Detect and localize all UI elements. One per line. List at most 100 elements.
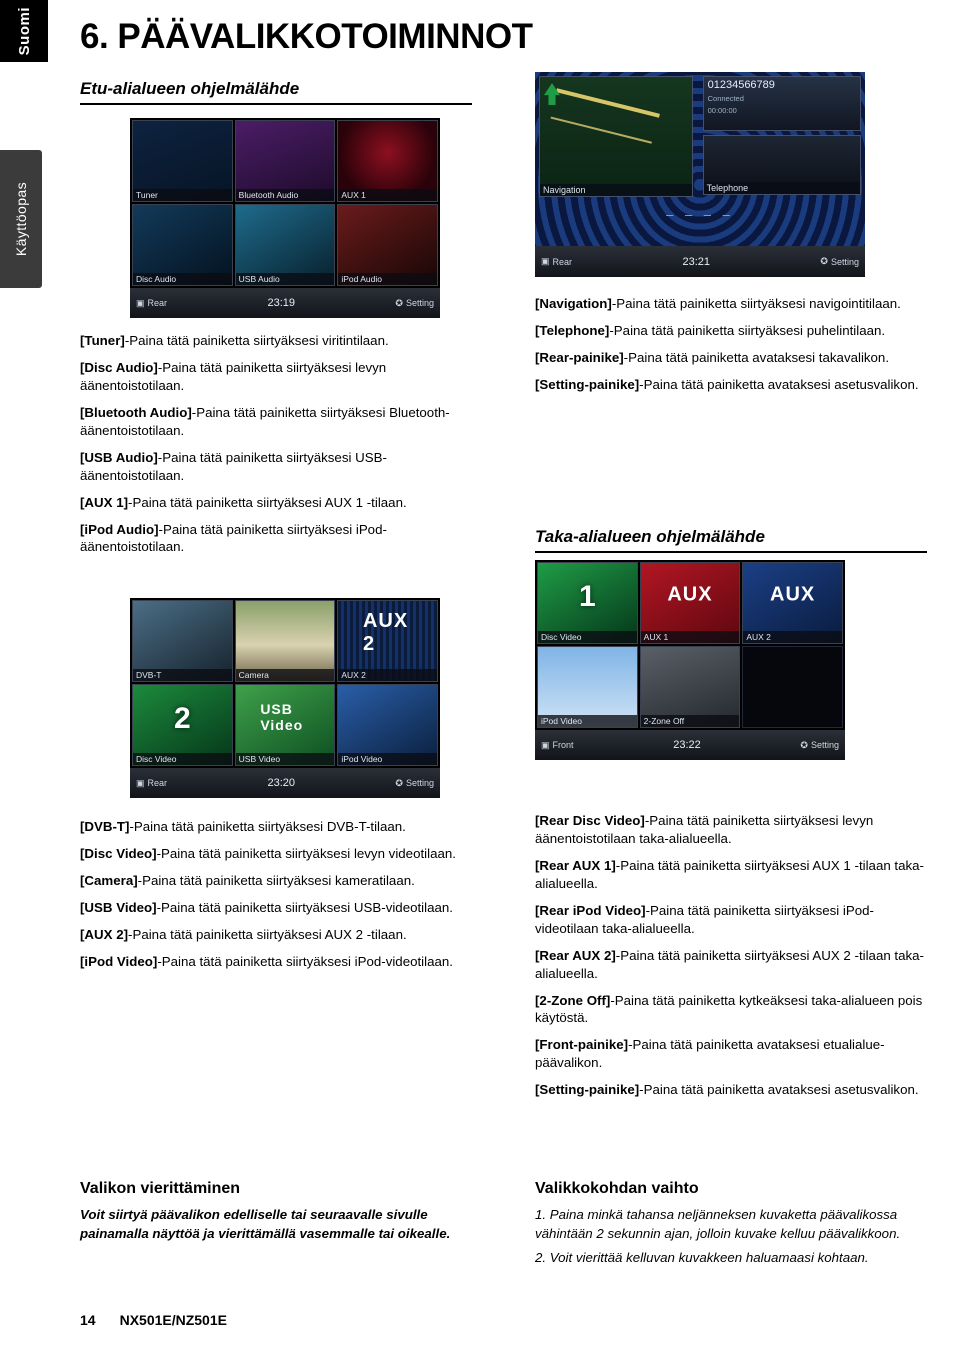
section-heading-rear-source: Taka-alialueen ohjelmälähde xyxy=(535,527,927,553)
list-item: [iPod Audio]-Paina tätä painiketta siirt… xyxy=(80,521,490,557)
item-key: [Setting-painike] xyxy=(535,376,640,392)
item-text: -Paina tätä painiketta siirtyäksesi navi… xyxy=(611,296,901,311)
side-tab-strip: Suomi Käyttöopas xyxy=(0,0,48,1348)
tile-bluetooth-audio-caption: Bluetooth Audio xyxy=(235,189,335,201)
list-item: [USB Audio]-Paina tätä painiketta siirty… xyxy=(80,449,490,485)
tile-aux2-label: AUX 2 xyxy=(362,610,409,655)
item-key: [Navigation] xyxy=(535,296,612,311)
item-text: -Paina tätä painiketta avataksesi takava… xyxy=(623,349,890,365)
section-heading-front-source: Etu-alialueen ohjelmälähde xyxy=(80,79,472,105)
item-text: -Paina tätä painiketta avataksesi asetus… xyxy=(639,376,919,392)
nav-setting-button: ✪ Setting xyxy=(820,256,859,267)
list-item: [iPod Video]-Paina tätä painiketta siirt… xyxy=(80,953,490,971)
tile-rear-ipod-video: iPod Video xyxy=(537,646,638,728)
tile-aux1-caption: AUX 1 xyxy=(338,189,437,201)
nav-rear-button: ▣ Rear xyxy=(541,256,572,267)
telephone-connected-label: Connected xyxy=(707,94,744,103)
list-item: [Disc Video]-Paina tätä painiketta siirt… xyxy=(80,845,490,863)
item-key: [Rear iPod Video] xyxy=(535,902,646,918)
front-video-status-bar: ▣ Rear 23:20 ✪ Setting xyxy=(130,768,440,798)
item-key: [Rear AUX 1] xyxy=(535,857,616,873)
list-item: [Camera]-Paina tätä painiketta siirtyäks… xyxy=(80,872,490,890)
item-key: [Telephone] xyxy=(535,322,610,338)
list-item: [Rear-painike]-Paina tätä painiketta ava… xyxy=(535,349,935,367)
screenshot-rear-source-menu: 1 Disc Video AUX AUX 1 AUX AUX 2 iPod Vi… xyxy=(535,560,845,760)
tile-disc-video: 2 Disc Video xyxy=(132,684,233,766)
item-key: [AUX 1] xyxy=(80,494,129,510)
gear-icon: ✪ xyxy=(820,256,828,267)
rear-button: ▣ Rear xyxy=(136,298,167,309)
tile-navigation-caption: Navigation xyxy=(540,183,692,196)
item-key: [AUX 2] xyxy=(80,926,129,942)
tile-usb-video-caption: USB Video xyxy=(235,753,335,765)
item-key: [USB Video] xyxy=(80,899,157,915)
menu-item-change-heading: Valikkokohdan vaihto xyxy=(535,1180,699,1197)
tile-aux2-caption: AUX 2 xyxy=(338,669,437,681)
list-item: [Rear iPod Video]-Paina tätä painiketta … xyxy=(535,902,935,938)
section-tab: Käyttöopas xyxy=(0,150,42,288)
item-text: -Paina tätä painiketta siirtyäksesi USB-… xyxy=(156,899,453,915)
list-item: [Telephone]-Paina tätä painiketta siirty… xyxy=(535,322,935,340)
telephone-number: 01234566789 xyxy=(707,79,775,91)
item-text: -Paina tätä painiketta siirtyäksesi AUX … xyxy=(128,926,407,942)
tile-rear-aux1-label: AUX xyxy=(667,583,713,606)
rear-button-label: Rear xyxy=(147,298,168,308)
item-key: [Front-painike] xyxy=(535,1037,629,1053)
navigation-clock: 23:21 xyxy=(682,255,710,268)
tile-telephone: 01234566789 Connected 00:00:00 xyxy=(702,76,861,131)
tile-telephone-group: 01234566789 Connected 00:00:00 Telephone xyxy=(702,76,861,195)
list-item: [2-Zone Off]-Paina tätä painiketta kytke… xyxy=(535,992,935,1028)
section-tab-label: Käyttöopas xyxy=(13,181,29,257)
tile-telephone-lower: Telephone xyxy=(702,135,861,195)
list-item: [Rear AUX 2]-Paina tätä painiketta siirt… xyxy=(535,947,935,983)
list-item: [Front-painike]-Paina tätä painiketta av… xyxy=(535,1036,935,1072)
rear-icon: ▣ xyxy=(136,777,145,788)
tile-dvbt: DVB-T xyxy=(132,600,233,682)
video-setting-button: ✪ Setting xyxy=(395,778,434,789)
item-key: [USB Audio] xyxy=(80,449,158,465)
gear-icon: ✪ xyxy=(395,777,403,788)
menu-item-change-section: Valikkokohdan vaihto 1. Paina minkä taha… xyxy=(535,1180,935,1274)
tile-rear-aux1-caption: AUX 1 xyxy=(640,631,740,643)
list-item: [AUX 2]-Paina tätä painiketta siirtyäkse… xyxy=(80,926,490,944)
nav-rear-button-label: Rear xyxy=(552,256,573,267)
tile-navigation: Navigation xyxy=(539,76,693,197)
screenshot-front-audio-menu: Tuner Bluetooth Audio AUX 1 Disc Audio U… xyxy=(130,118,440,318)
item-key: [DVB-T] xyxy=(80,819,130,834)
rear-source-status-bar: ▣ Front 23:22 ✪ Setting xyxy=(535,730,845,760)
front-video-description-list: [DVB-T] -Paina tätä painiketta siirtyäkse… xyxy=(80,818,490,980)
item-key: [Tuner] xyxy=(80,333,125,348)
video-rear-button-label: Rear xyxy=(147,778,168,788)
front-audio-clock: 23:19 xyxy=(267,297,295,309)
item-text: -Paina tätä painiketta siirtyäksesi puhe… xyxy=(609,322,886,338)
language-tab: Suomi xyxy=(0,0,48,62)
tile-rear-ipod-video-caption: iPod Video xyxy=(538,715,637,727)
rear-source-description-list: [Rear Disc Video] -Paina tätä painiketta … xyxy=(535,812,935,1108)
list-item: [Navigation]-Paina tätä painiketta siirt… xyxy=(535,295,935,313)
tile-rear-disc-video: 1 Disc Video xyxy=(537,562,638,644)
item-key: [iPod Video] xyxy=(80,953,158,969)
item-key: [2-Zone Off] xyxy=(535,992,611,1008)
language-tab-label: Suomi xyxy=(15,6,33,56)
rear-source-clock: 23:22 xyxy=(673,739,701,751)
item-text: -Paina tätä painiketta siirtyäksesi viri… xyxy=(124,333,389,348)
tile-usb-audio-caption: USB Audio xyxy=(235,273,335,285)
item-key: [Rear-painike] xyxy=(535,349,624,365)
item-key: [Rear AUX 2] xyxy=(535,947,616,963)
item-key: [Disc Video] xyxy=(80,845,157,861)
menu-scroll-heading: Valikon vierittäminen xyxy=(80,1180,241,1197)
tile-2-zone-off-caption: 2-Zone Off xyxy=(640,715,740,727)
telephone-connected-time: 00:00:00 xyxy=(707,106,737,115)
navigation-status-bar: ▣ Rear 23:21 ✪ Setting xyxy=(535,246,865,277)
item-key: [Camera] xyxy=(80,872,138,888)
list-item: [Setting-painike]-Paina tätä painiketta … xyxy=(535,1081,935,1099)
tile-aux1: AUX 1 xyxy=(337,120,438,202)
tile-disc-audio-caption: Disc Audio xyxy=(133,273,232,285)
front-audio-status-bar: ▣ Rear 23:19 ✪ Setting xyxy=(130,288,440,318)
tile-rear-disc-video-number: 1 xyxy=(578,579,596,613)
tile-usb-audio: USB Audio xyxy=(234,204,336,286)
item-text: -Paina tätä painiketta avataksesi asetus… xyxy=(639,1082,919,1098)
nav-empty-slots: – – – – xyxy=(666,207,734,223)
tile-rear-aux2: AUX AUX 2 xyxy=(742,562,843,644)
setting-button-label: Setting xyxy=(405,298,434,308)
